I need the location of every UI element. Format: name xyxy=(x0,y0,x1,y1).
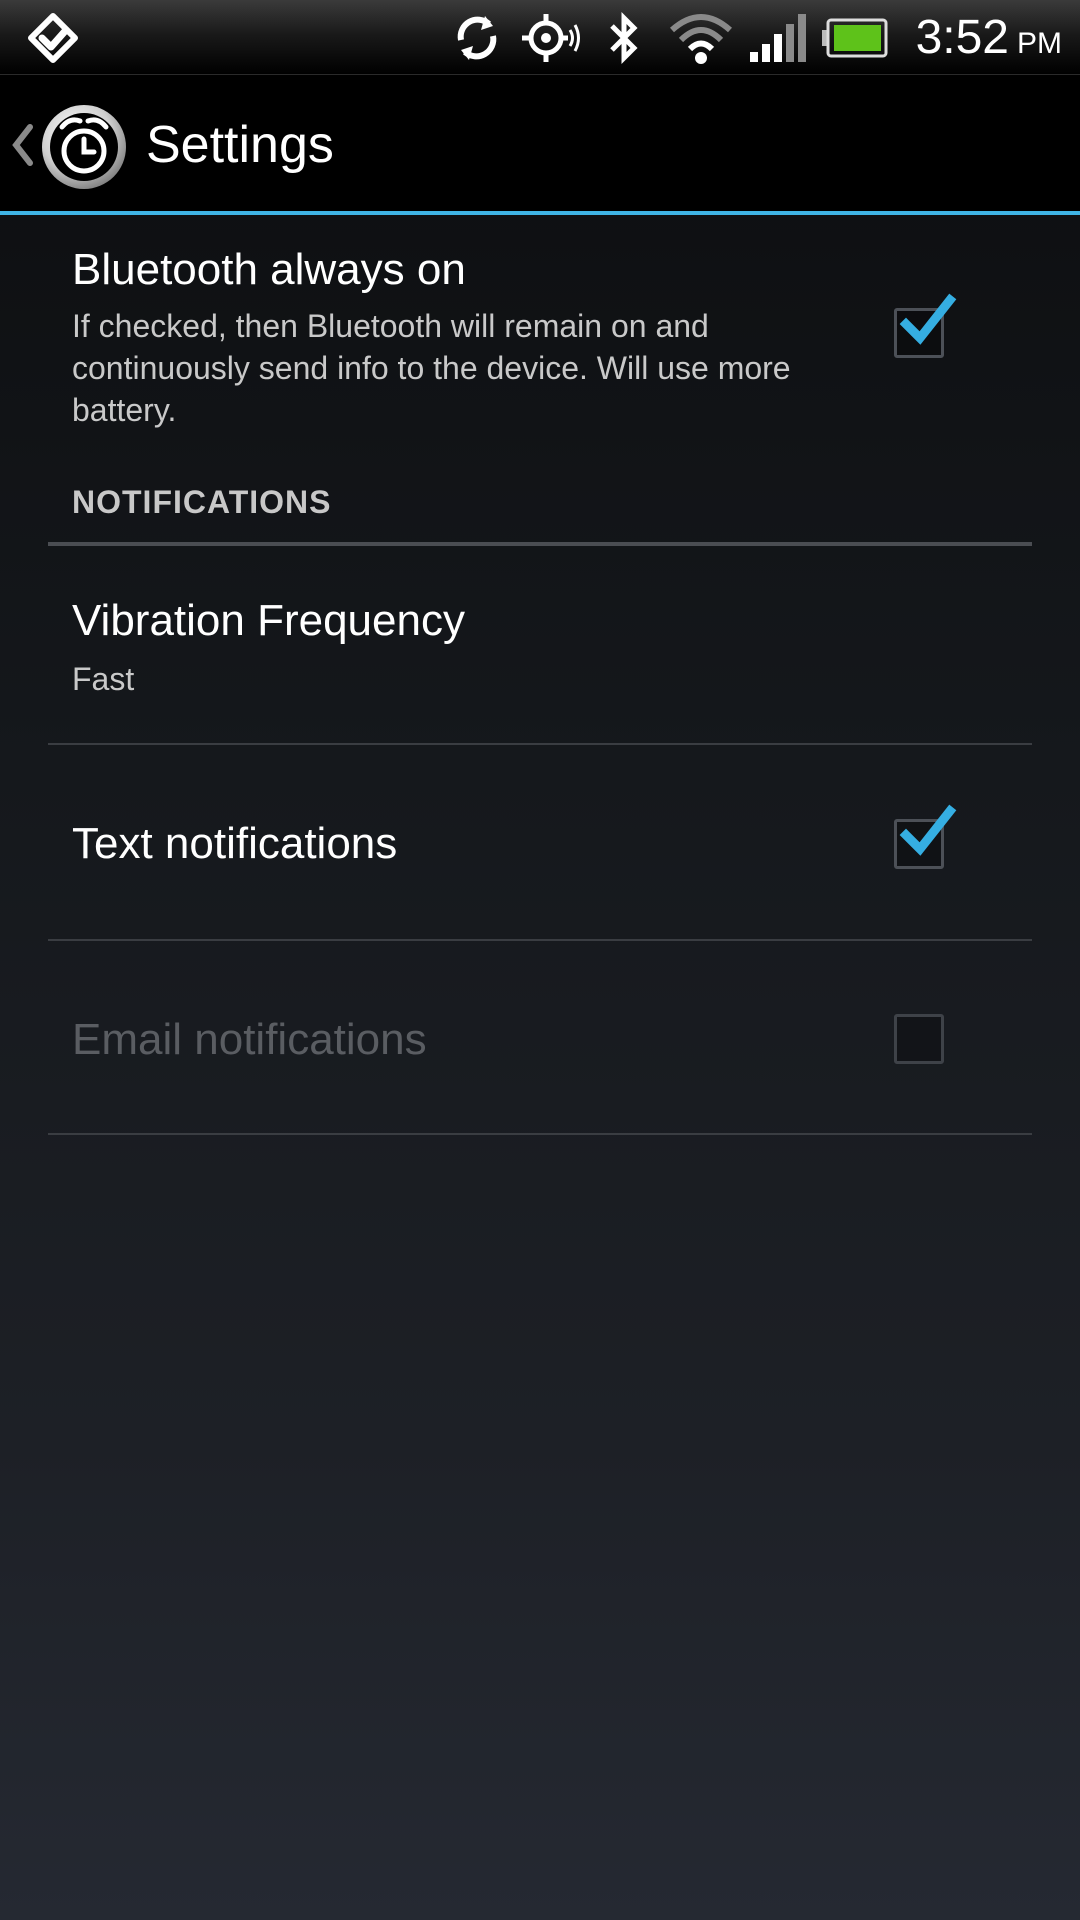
clock-ampm: PM xyxy=(1017,27,1062,60)
fitbit-icon xyxy=(22,8,84,68)
checkbox-box xyxy=(894,1014,944,1064)
pref-summary: If checked, then Bluetooth will remain o… xyxy=(72,308,791,428)
action-bar: Settings xyxy=(0,75,1080,215)
text-notifications-checkbox[interactable] xyxy=(894,804,957,869)
page-title: Settings xyxy=(146,116,334,174)
list-divider xyxy=(48,1133,1032,1135)
clock-time: 3:52 xyxy=(915,11,1009,64)
pref-text-notifications[interactable]: Text notifications xyxy=(0,745,1080,940)
status-bar: 3:52 PM xyxy=(0,0,1080,75)
pref-email-notifications[interactable]: Email notifications xyxy=(0,941,1080,1135)
pref-bluetooth-always-on[interactable]: Bluetooth always on If checked, then Blu… xyxy=(0,219,1080,449)
pref-title: Bluetooth always on xyxy=(72,245,466,294)
category-header-notifications: NOTIFICATIONS xyxy=(72,484,332,520)
wifi-icon xyxy=(666,8,736,68)
pref-title: Text notifications xyxy=(72,819,398,868)
sync-icon xyxy=(448,8,506,68)
battery-icon xyxy=(820,8,890,68)
signal-icon xyxy=(748,8,808,68)
gps-icon xyxy=(518,8,584,68)
alarm-clock-app-icon[interactable] xyxy=(40,103,128,191)
pref-title: Vibration Frequency xyxy=(72,596,465,645)
checkmark-icon xyxy=(899,804,957,856)
clock: 3:52 PM xyxy=(916,8,1062,68)
email-notifications-checkbox[interactable] xyxy=(894,1014,944,1064)
pref-summary: Fast xyxy=(72,661,135,697)
pref-vibration-frequency[interactable]: Vibration Frequency Fast xyxy=(0,546,1080,744)
bluetooth-checkbox[interactable] xyxy=(894,293,957,358)
bluetooth-icon xyxy=(600,8,648,68)
checkmark-icon xyxy=(899,293,957,345)
action-bar-accent-line xyxy=(0,211,1080,215)
pref-title: Email notifications xyxy=(72,1015,427,1064)
back-chevron-icon[interactable] xyxy=(10,121,34,169)
